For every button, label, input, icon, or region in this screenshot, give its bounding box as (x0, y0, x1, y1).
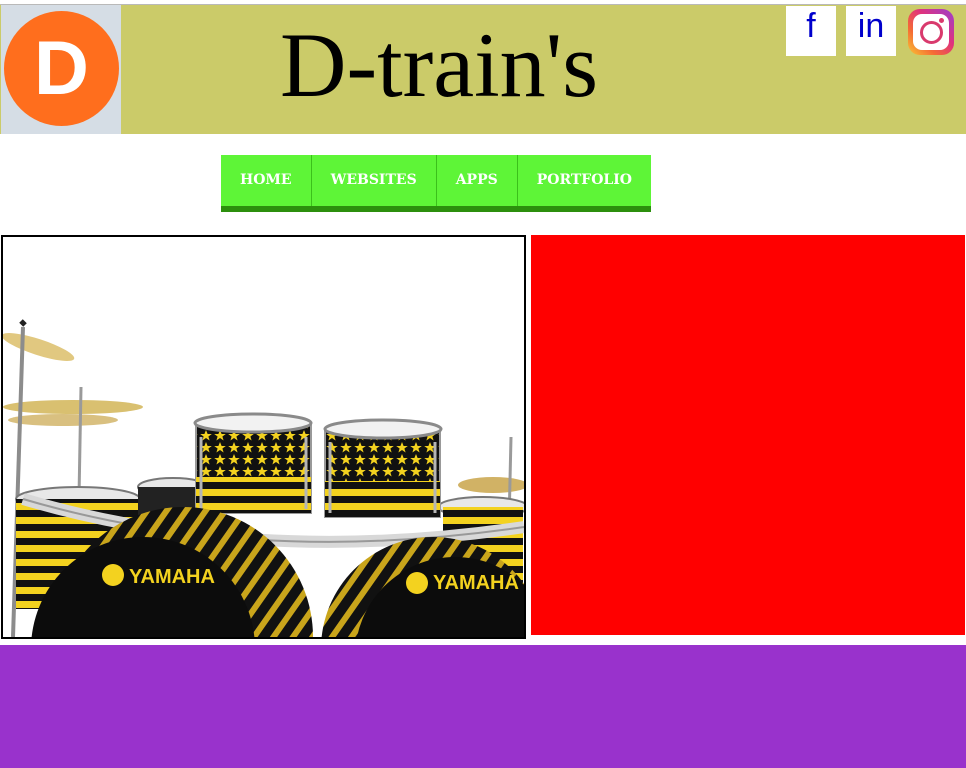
red-content-panel (531, 235, 965, 635)
logo-container[interactable]: D (1, 5, 121, 134)
nav-apps[interactable]: APPS (437, 155, 518, 206)
drum-kit-image: YAMAHA YAMAHA (1, 235, 526, 639)
nav-home[interactable]: HOME (221, 155, 312, 206)
logo-icon[interactable]: D (4, 11, 119, 126)
linkedin-link[interactable]: in (846, 6, 896, 56)
nav-portfolio[interactable]: PORTFOLIO (518, 155, 651, 206)
main-nav: HOME WEBSITES APPS PORTFOLIO (221, 155, 651, 212)
instagram-link[interactable] (906, 6, 956, 56)
nav-websites[interactable]: WEBSITES (312, 155, 437, 206)
drum-kit-illustration: YAMAHA YAMAHA (3, 319, 524, 637)
bass-drum-brand-left: YAMAHA (129, 566, 215, 588)
site-header: D D-train's f in (0, 4, 966, 134)
facebook-link[interactable]: f (786, 6, 836, 56)
site-title: D-train's (280, 14, 599, 116)
instagram-icon-flash (939, 18, 944, 23)
instagram-icon (908, 9, 954, 55)
purple-footer-band (0, 645, 966, 768)
instagram-icon-lens (920, 21, 943, 44)
instagram-icon-inner (913, 14, 949, 50)
bass-drum-brand-right: YAMAHA (433, 572, 519, 594)
